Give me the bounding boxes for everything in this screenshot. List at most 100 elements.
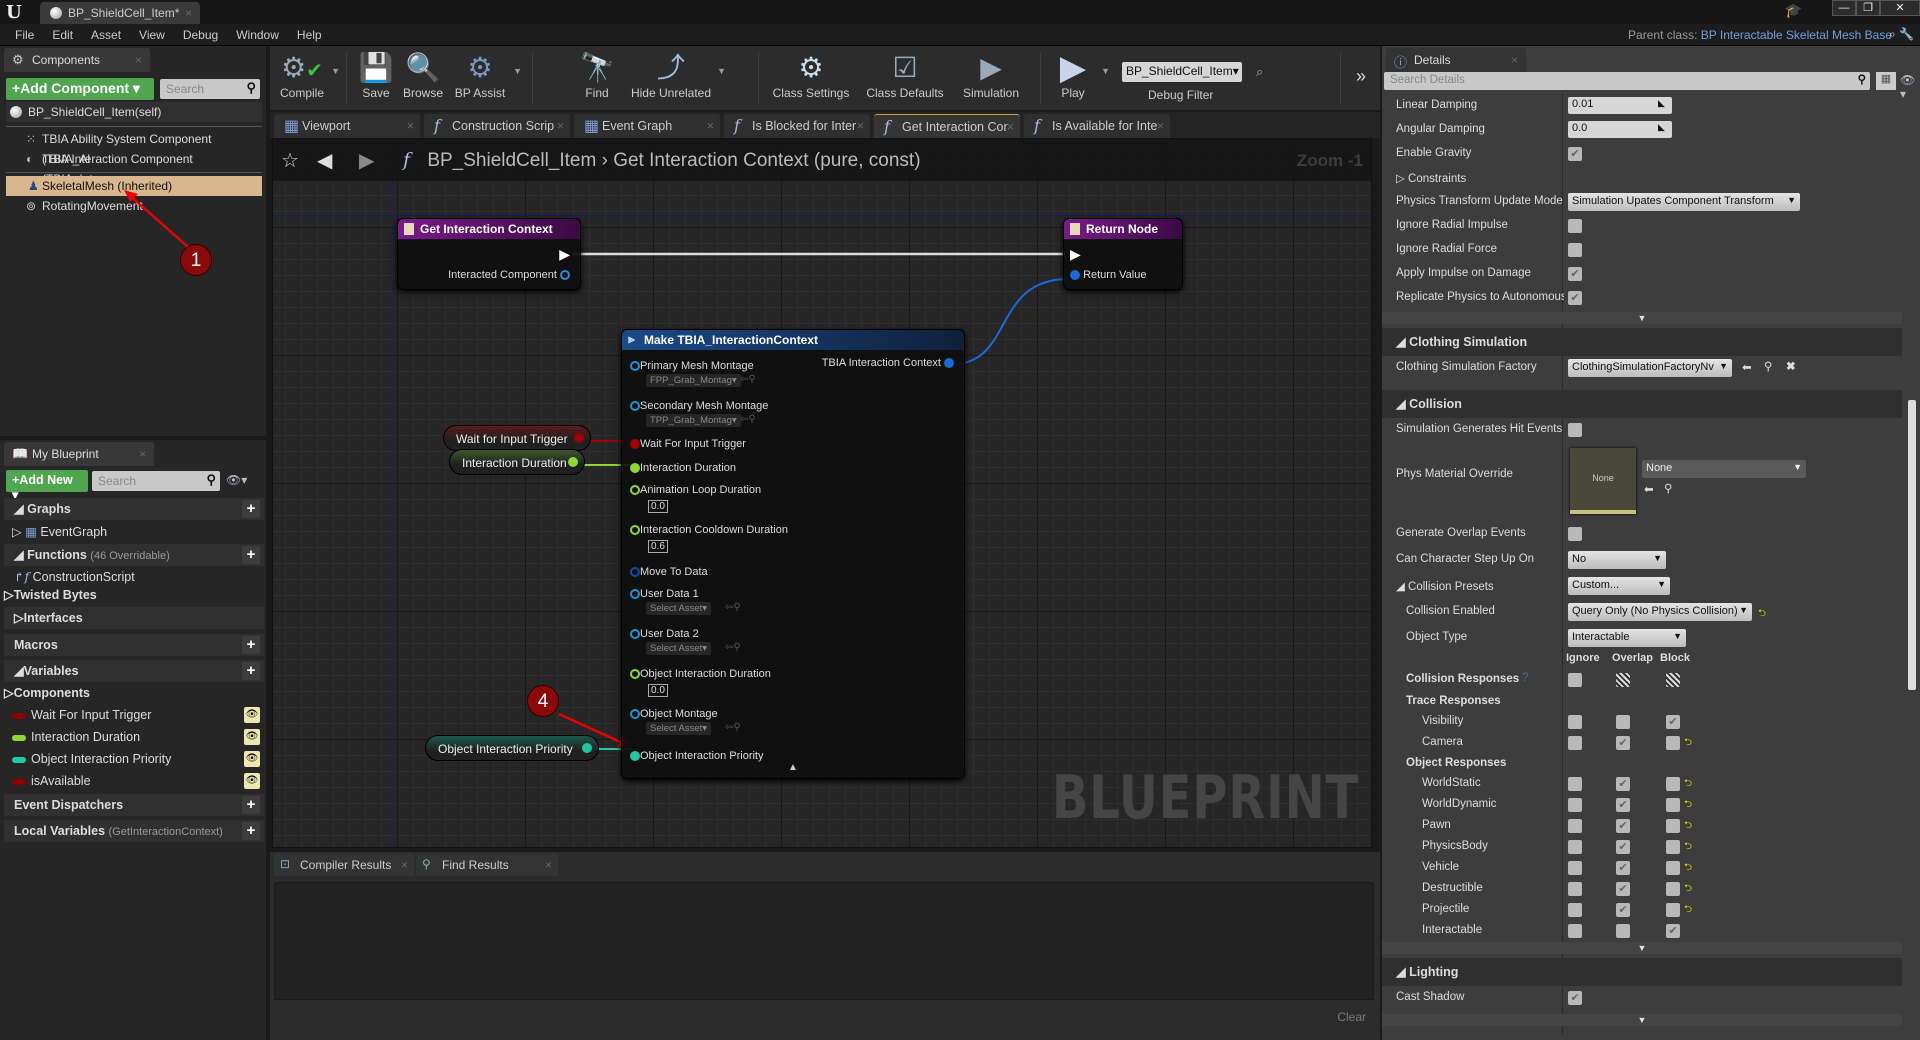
- close-tab-icon[interactable]: ×: [185, 6, 192, 20]
- learn-cap-icon[interactable]: 🎓: [1785, 2, 1802, 19]
- section-collision[interactable]: ◢ Collision: [1382, 390, 1902, 418]
- browse-parent-icon[interactable]: ⌕: [1889, 27, 1896, 41]
- struct-pin-icon[interactable]: [944, 358, 954, 369]
- input-pin[interactable]: Interaction Cooldown Duration: [630, 524, 788, 536]
- chevron-down-icon[interactable]: ▼: [513, 66, 522, 76]
- use-selected-arrow-icon[interactable]: ⬅: [1644, 482, 1654, 496]
- close-window-button[interactable]: ✕: [1880, 0, 1920, 16]
- debug-search-icon[interactable]: ⌕: [1256, 64, 1263, 80]
- tab-get-interaction-context[interactable]: f Get Interaction Cor ×: [874, 114, 1020, 138]
- asset-browse-icon[interactable]: ⇦⚲: [725, 722, 741, 733]
- components-tab[interactable]: ⚙ Components ×: [4, 48, 150, 72]
- phys-material-select[interactable]: None ▼: [1642, 460, 1806, 478]
- exec-output-pin[interactable]: ▶: [559, 246, 570, 263]
- object-type-select[interactable]: Interactable ▼: [1568, 629, 1686, 647]
- asset-picker[interactable]: TPP_Grab_Montag▾: [646, 414, 741, 427]
- browse-button[interactable]: 🔍 Browse: [400, 50, 446, 100]
- ignore-checkbox[interactable]: [1568, 715, 1582, 729]
- reset-to-default-icon[interactable]: ⮌: [1684, 881, 1692, 898]
- block-checkbox[interactable]: [1666, 861, 1680, 875]
- chevron-down-icon[interactable]: ▼: [717, 66, 726, 76]
- section-graphs[interactable]: ◢ Graphs +: [4, 498, 264, 520]
- component-item-selected[interactable]: ♟ SkeletalMesh (Inherited): [6, 176, 262, 196]
- debug-object-select[interactable]: BP_ShieldCell_Item▾: [1122, 62, 1242, 82]
- entry-node[interactable]: Get Interaction Context ▶ Interacted Com…: [397, 218, 581, 290]
- add-local-variable-button[interactable]: +: [242, 822, 260, 840]
- category-twisted-bytes[interactable]: ▷Twisted Bytes: [4, 585, 254, 605]
- input-pin[interactable]: Move To Data: [630, 566, 708, 578]
- asset-browse-icon[interactable]: ⇦⚲: [725, 642, 741, 653]
- details-scrollbar[interactable]: [1908, 400, 1916, 690]
- input-pin[interactable]: Object Interaction Priority: [630, 750, 764, 762]
- block-checkbox[interactable]: [1666, 736, 1680, 750]
- overlap-checkbox[interactable]: ✔: [1616, 882, 1630, 896]
- section-local-variables[interactable]: Local Variables (GetInteractionContext) +: [4, 820, 264, 842]
- section-macros[interactable]: Macros +: [4, 634, 264, 656]
- menu-edit[interactable]: Edit: [43, 28, 82, 42]
- details-tab[interactable]: ⓘ Details ×: [1386, 48, 1526, 72]
- overlap-all-checkbox[interactable]: [1616, 673, 1630, 687]
- update-mode-select[interactable]: Simulation Upates Component Transform ▼: [1568, 193, 1800, 211]
- asset-browse-icon[interactable]: ⇦⚲: [740, 374, 756, 385]
- block-all-checkbox[interactable]: [1666, 673, 1680, 687]
- tab-is-available[interactable]: f Is Available for Inte ×: [1024, 114, 1170, 138]
- output-pin[interactable]: Interacted Component: [448, 269, 570, 281]
- toolbar-overflow-icon[interactable]: »: [1356, 66, 1366, 87]
- pin-connector-icon[interactable]: [630, 439, 640, 450]
- overlap-checkbox[interactable]: ✔: [1616, 903, 1630, 917]
- input-pin[interactable]: Wait For Input Trigger: [630, 438, 746, 450]
- maximize-button[interactable]: ❐: [1856, 0, 1880, 16]
- struct-pin-icon[interactable]: [1070, 270, 1080, 281]
- visibility-eye-icon[interactable]: 👁: [244, 707, 260, 723]
- clear-icon[interactable]: ✖: [1786, 359, 1796, 373]
- checkbox[interactable]: ✔: [1568, 991, 1582, 1005]
- reset-to-default-icon[interactable]: ⮌: [1684, 818, 1692, 835]
- expand-advanced-icon[interactable]: ▼: [1382, 942, 1902, 954]
- tab-is-blocked[interactable]: f Is Blocked for Inter ×: [724, 114, 870, 138]
- browse-icon[interactable]: ⚲: [1764, 359, 1772, 373]
- menu-file[interactable]: File: [6, 28, 43, 42]
- input-pin[interactable]: Return Value: [1070, 269, 1146, 281]
- number-input[interactable]: 0.0: [1568, 121, 1672, 138]
- section-variables[interactable]: ◢Variables +: [4, 660, 264, 682]
- block-checkbox[interactable]: ✔: [1666, 715, 1680, 729]
- close-tab-icon[interactable]: ×: [707, 119, 714, 133]
- asset-picker[interactable]: Select Asset▾: [646, 602, 712, 615]
- pin-default-value[interactable]: 0.0: [648, 500, 668, 513]
- use-selected-arrow-icon[interactable]: ⬅: [1742, 360, 1752, 374]
- close-tab-icon[interactable]: ×: [557, 119, 564, 133]
- clothing-factory-select[interactable]: ClothingSimulationFactoryNv ▼: [1568, 359, 1732, 377]
- component-item[interactable]: ⁙ TBIA Ability System Component (TBIA_Al: [6, 129, 262, 166]
- play-button[interactable]: ▶ Play ▼: [1050, 50, 1110, 100]
- add-graph-button[interactable]: +: [242, 500, 260, 518]
- exec-input-pin[interactable]: ▶: [1070, 246, 1081, 263]
- edit-parent-icon[interactable]: 🔧: [1899, 27, 1914, 41]
- block-checkbox[interactable]: [1666, 882, 1680, 896]
- spin-drag-icon[interactable]: ◣: [1658, 122, 1665, 133]
- blueprint-graph-canvas[interactable]: ☆ ◀ ▶ f BP_ShieldCell_Item › Get Interac…: [272, 138, 1372, 848]
- graph-item-eventgraph[interactable]: ▷ ▦ EventGraph: [12, 522, 262, 542]
- tab-find-results[interactable]: ⚲ Find Results ×: [416, 854, 558, 876]
- bp-assist-button[interactable]: ⚙ BP Assist ▼: [452, 50, 522, 100]
- tab-viewport[interactable]: ▦ Viewport ×: [274, 114, 420, 138]
- view-options-eye-icon[interactable]: 👁▾: [1900, 73, 1920, 101]
- object-pin-icon[interactable]: [560, 270, 570, 281]
- variable-item[interactable]: Wait For Input Trigger 👁: [12, 705, 262, 725]
- overlap-checkbox[interactable]: [1616, 715, 1630, 729]
- close-tab-icon[interactable]: ×: [1511, 53, 1518, 67]
- var-node-object-interaction-priority[interactable]: Object Interaction Priority: [425, 735, 599, 761]
- my-blueprint-search-input[interactable]: Search ⚲: [92, 471, 220, 491]
- close-tab-icon[interactable]: ×: [135, 53, 142, 67]
- pin-default-value[interactable]: 0.6: [648, 540, 668, 553]
- pin-connector-icon[interactable]: [630, 525, 640, 536]
- hide-unrelated-button[interactable]: ⤴ Hide Unrelated ▼: [630, 50, 726, 100]
- view-options-eye-icon[interactable]: 👁▾: [226, 473, 247, 487]
- visibility-eye-icon[interactable]: 👁: [244, 751, 260, 767]
- browse-icon[interactable]: ⚲: [1664, 481, 1672, 495]
- reset-to-default-icon[interactable]: ⮌: [1684, 860, 1692, 877]
- pin-connector-icon[interactable]: [630, 361, 640, 372]
- input-pin[interactable]: User Data 1: [630, 588, 699, 600]
- bool-pin-icon[interactable]: [574, 433, 584, 443]
- close-tab-icon[interactable]: ×: [139, 447, 146, 461]
- section-clothing-simulation[interactable]: ◢ Clothing Simulation: [1382, 328, 1902, 356]
